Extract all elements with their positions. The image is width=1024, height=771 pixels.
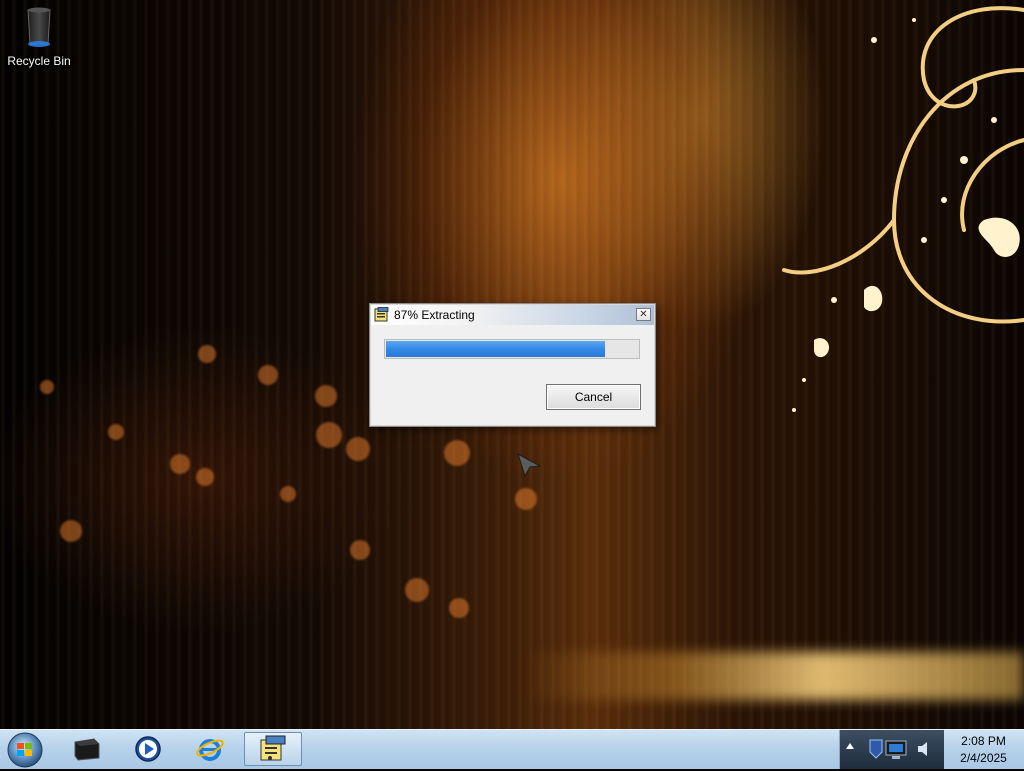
system-tray (839, 730, 944, 769)
volume-icon[interactable] (916, 740, 934, 758)
terminal-icon (74, 738, 100, 761)
desktop-icon-label: Recycle Bin (7, 54, 71, 68)
cancel-button[interactable]: Cancel (546, 384, 641, 410)
wallpaper-bokeh (280, 486, 296, 502)
media-player-icon (135, 736, 161, 762)
clock-date: 2/4/2025 (960, 751, 1007, 765)
dialog-titlebar[interactable]: 87% Extracting ✕ (371, 305, 654, 325)
wallpaper-bokeh (515, 488, 537, 510)
taskbar-button-self-extractor[interactable] (244, 732, 302, 766)
wallpaper-light-band (520, 652, 1024, 700)
wallpaper-bokeh (449, 598, 469, 618)
wallpaper-bokeh (196, 468, 214, 486)
wallpaper-swirl (782, 6, 1024, 412)
wallpaper-bokeh (108, 424, 124, 440)
clock-time: 2:08 PM (961, 734, 1006, 748)
self-extractor-app-icon (260, 735, 286, 761)
progress-fill (386, 341, 605, 357)
network-icon[interactable] (866, 736, 912, 762)
wallpaper-bokeh (316, 422, 342, 448)
taskbar-button-media-player[interactable] (122, 732, 174, 766)
dialog-close-button[interactable]: ✕ (636, 308, 651, 321)
wallpaper-bokeh (350, 540, 370, 560)
extract-progress-bar (384, 339, 640, 359)
taskbar-clock[interactable]: 2:08 PM 2/4/2025 (943, 730, 1024, 769)
recycle-bin-icon (27, 7, 51, 47)
internet-explorer-icon (196, 739, 224, 761)
wallpaper-bokeh (346, 437, 370, 461)
taskbar-button-internet-explorer[interactable] (184, 732, 236, 766)
mouse-cursor (517, 452, 542, 478)
wallpaper-bokeh (60, 520, 82, 542)
dialog-title: 87% Extracting (394, 308, 475, 322)
start-button[interactable] (3, 731, 49, 768)
wallpaper-bokeh (198, 345, 216, 363)
wallpaper-bokeh (258, 365, 278, 385)
wallpaper-bokeh (444, 440, 470, 466)
taskbar-button-terminal[interactable] (61, 732, 113, 766)
winzip-self-extractor-icon (374, 307, 389, 322)
wallpaper-bokeh (405, 578, 429, 602)
taskbar: 2:08 PM 2/4/2025 (0, 729, 1024, 769)
show-hidden-icons-arrow[interactable] (846, 743, 854, 749)
desktop-icon-recycle-bin[interactable]: Recycle Bin (6, 6, 72, 68)
extract-progress-dialog: 87% Extracting ✕ Cancel (369, 303, 656, 427)
windows-start-orb-icon (7, 732, 43, 768)
wallpaper-bokeh (170, 454, 190, 474)
wallpaper-bokeh (315, 385, 337, 407)
wallpaper-bokeh (40, 380, 54, 394)
